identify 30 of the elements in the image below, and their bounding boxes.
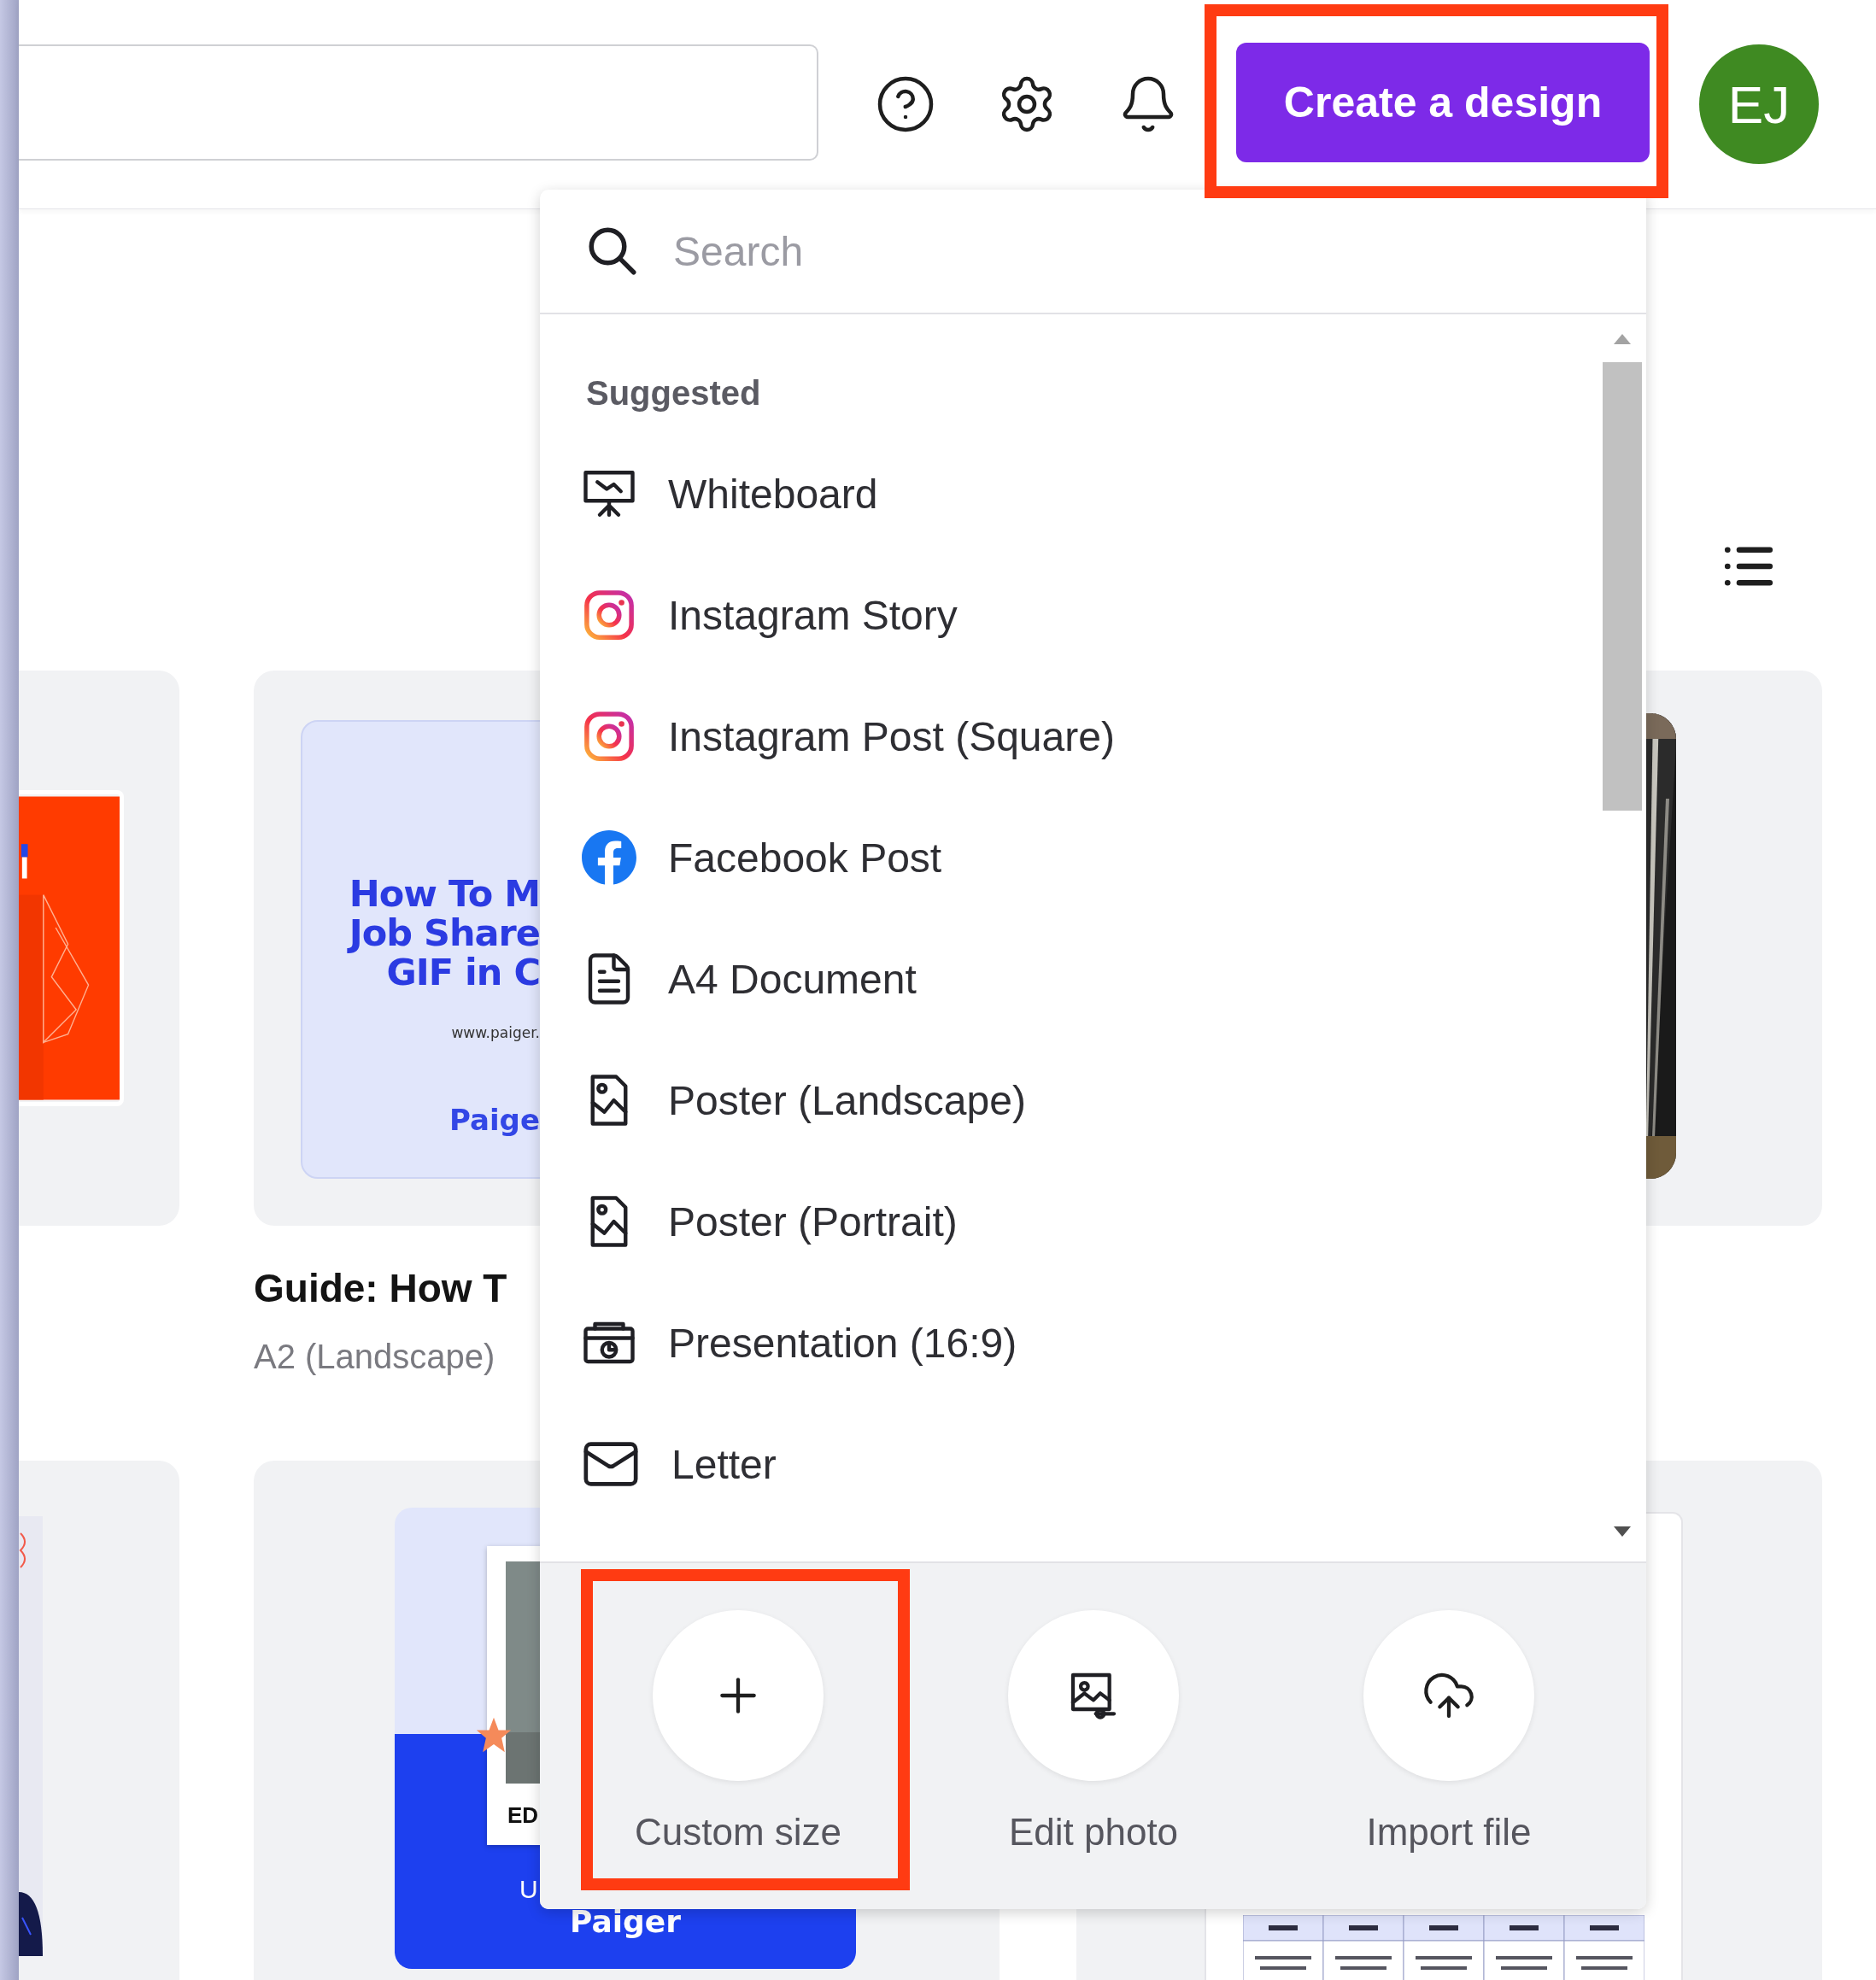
scroll-down-icon[interactable]: [1612, 1526, 1632, 1538]
scrollbar-thumb[interactable]: [1602, 362, 1642, 811]
thumbnail-brand: Paige: [449, 1103, 540, 1137]
menu-item[interactable]: Poster (Landscape): [581, 1040, 1598, 1161]
menu-item[interactable]: Whiteboard: [581, 433, 1598, 554]
menu-item[interactable]: Instagram Story: [581, 554, 1598, 676]
thumbnail-url: www.paiger.: [451, 1024, 540, 1041]
design-size: A2 (Landscape): [254, 1337, 495, 1377]
thumbnail-heading: How To M: [349, 874, 540, 913]
search-field[interactable]: [19, 44, 818, 161]
create-option-button[interactable]: Edit photo: [965, 1610, 1222, 1909]
menu-item[interactable]: Presentation (16:9): [581, 1282, 1598, 1403]
photo-caption: ED: [507, 1802, 539, 1828]
thumbnail-heading: Job Share: [349, 913, 540, 952]
user-avatar[interactable]: EJ: [1699, 44, 1819, 164]
section-heading: Suggested: [585, 373, 762, 413]
menu-item[interactable]: Instagram Post (Square): [581, 676, 1598, 797]
menu-item[interactable]: A4 Document: [581, 918, 1598, 1040]
facebook-icon: [581, 829, 637, 886]
menu-item[interactable]: Letter: [581, 1403, 1598, 1525]
star-icon: [475, 1716, 513, 1754]
thumbnail-heading: GIF in C: [386, 952, 540, 992]
create-design-button[interactable]: Create a design: [1236, 43, 1650, 162]
menu-item[interactable]: Facebook Post: [581, 797, 1598, 918]
menu-search-field[interactable]: Search: [671, 226, 1440, 276]
menu-item[interactable]: Poster (Portrait): [581, 1161, 1598, 1282]
design-card[interactable]: [19, 671, 179, 1226]
create-option-button[interactable]: Import file: [1321, 1610, 1577, 1909]
design-title[interactable]: Guide: How T: [254, 1264, 507, 1312]
thumbnail-text: U: [519, 1875, 538, 1904]
